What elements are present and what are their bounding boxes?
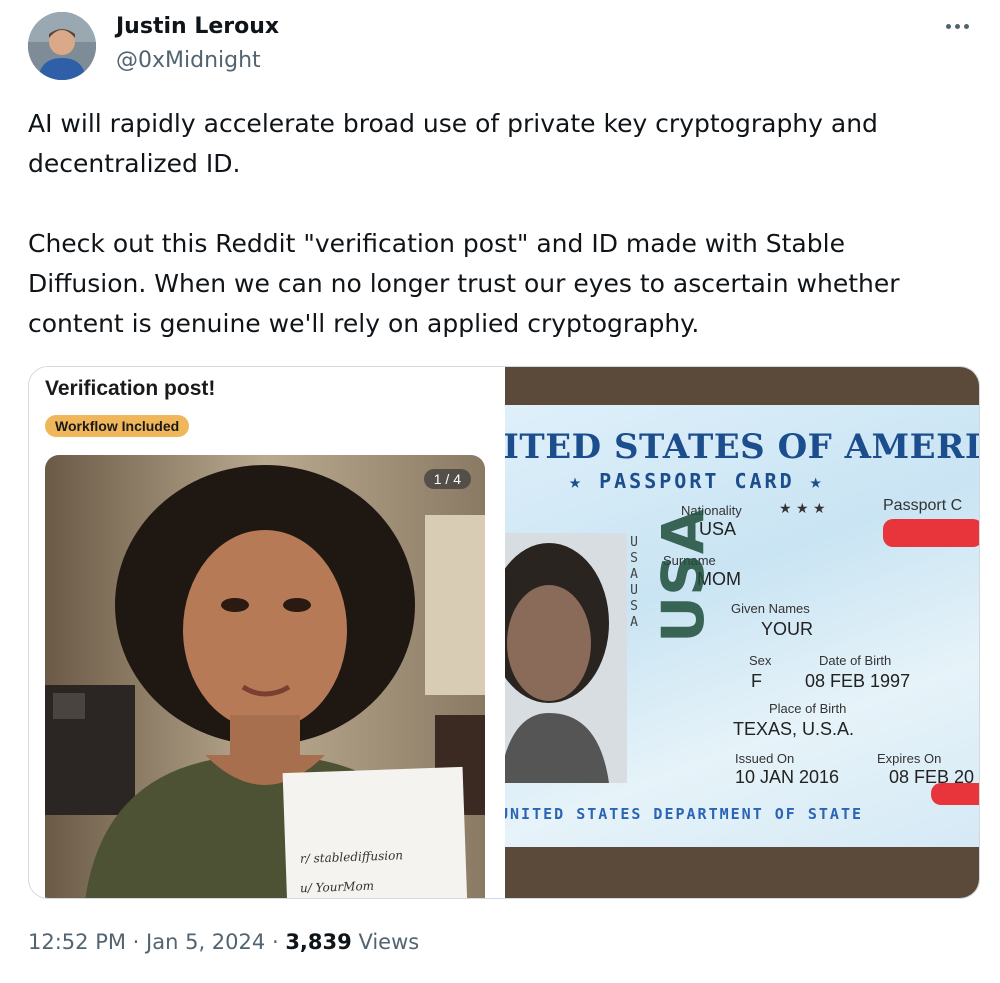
redaction-bar — [883, 519, 979, 547]
dot-icon — [963, 23, 969, 29]
views-label: Views — [358, 930, 420, 954]
pob-value: TEXAS, U.S.A. — [733, 719, 855, 739]
post-flair-badge: Workflow Included — [45, 415, 190, 437]
dob-value: 08 FEB 1997 — [805, 671, 911, 691]
card-title: ITED STATES OF AMERI — [505, 427, 979, 467]
views-count: 3,839 — [285, 930, 352, 954]
handwritten-note — [282, 766, 468, 898]
avatar[interactable] — [28, 12, 96, 80]
vertical-usa-text: USAUSA — [630, 535, 638, 630]
media-image-passport-card[interactable]: ITED STATES OF AMERI ★ PASSPORT CARD ★ ★… — [505, 367, 979, 898]
media-grid: Verification post! Workflow Included 1 /… — [28, 366, 980, 899]
tweet-date[interactable]: Jan 5, 2024 — [146, 930, 265, 954]
stars: ★ ★ ★ — [779, 501, 826, 517]
passport-card-label: Passport C — [883, 497, 963, 514]
redaction-bar — [931, 783, 979, 805]
dot-icon — [945, 23, 951, 29]
tweet: Justin Leroux @0xMidnight AI will rapidl… — [0, 0, 1000, 983]
card-big-usa: USA — [649, 509, 717, 643]
tweet-paragraph: AI will rapidly accelerate broad use of … — [28, 109, 878, 178]
tweet-paragraph: Check out this Reddit "verification post… — [28, 229, 900, 338]
sex-value: F — [751, 671, 762, 691]
expires-label: Expires On — [877, 751, 942, 766]
more-options-button[interactable] — [940, 14, 974, 38]
author-handle[interactable]: @0xMidnight — [116, 48, 261, 73]
reddit-post-card: Verification post! Workflow Included 1 /… — [29, 367, 503, 898]
tweet-time[interactable]: 12:52 PM — [28, 930, 126, 954]
tweet-footer: 12:52 PM · Jan 5, 2024 · 3,839 Views — [28, 930, 419, 954]
sex-label: Sex — [749, 653, 772, 668]
author-name[interactable]: Justin Leroux — [116, 14, 279, 39]
issued-value: 10 JAN 2016 — [735, 767, 840, 787]
dot-icon — [954, 23, 960, 29]
note-text: u/ YourMom — [299, 878, 375, 896]
department-text: UNITED STATES DEPARTMENT OF STATE — [505, 805, 864, 823]
pob-label: Place of Birth — [769, 701, 847, 716]
given-names-value: YOUR — [761, 619, 814, 639]
separator: · — [132, 930, 140, 954]
dob-label: Date of Birth — [819, 653, 892, 668]
separator: · — [271, 930, 279, 954]
image-page-counter: 1 / 4 — [423, 469, 471, 489]
verification-photo: 1 / 4 r/ stablediffusion u/ YourMom — [45, 455, 485, 898]
tweet-text: AI will rapidly accelerate broad use of … — [28, 104, 968, 344]
avatar-image — [28, 12, 96, 80]
given-names-label: Given Names — [731, 601, 810, 616]
reddit-post-title: Verification post! — [45, 377, 216, 400]
passport-card: ITED STATES OF AMERI ★ PASSPORT CARD ★ ★… — [505, 405, 979, 847]
card-subtitle: ★ PASSPORT CARD ★ — [569, 469, 825, 493]
issued-label: Issued On — [735, 751, 795, 766]
media-image-reddit-post[interactable]: Verification post! Workflow Included 1 /… — [29, 367, 505, 898]
card-portrait — [505, 533, 627, 783]
